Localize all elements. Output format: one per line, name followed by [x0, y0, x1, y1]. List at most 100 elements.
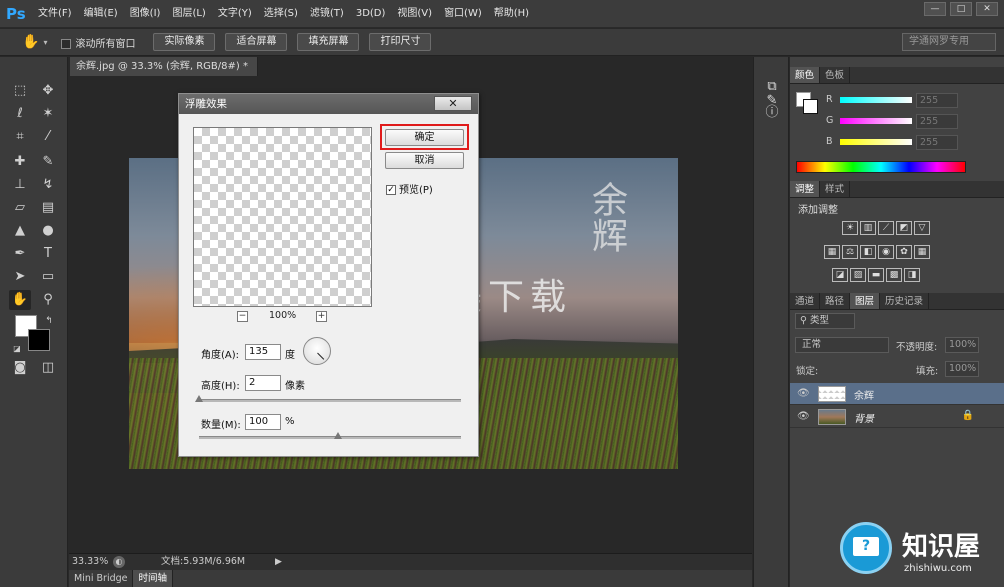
color-lookup-icon[interactable]: ▦	[914, 245, 930, 259]
color-spectrum-bar[interactable]	[796, 161, 966, 173]
exposure-icon[interactable]: ◩	[896, 221, 912, 235]
menu-view[interactable]: 视图(V)	[391, 0, 438, 28]
preview-checkbox[interactable]: ✓	[386, 185, 396, 195]
tab-styles[interactable]: 样式	[820, 181, 851, 197]
blur-tool-icon[interactable]: ▲	[9, 221, 31, 241]
brush-tool-icon[interactable]: ✎	[37, 152, 59, 172]
ok-button[interactable]: 确定	[385, 129, 464, 146]
levels-icon[interactable]: ▥	[860, 221, 876, 235]
hand-icon[interactable]: ✋	[22, 34, 39, 50]
menu-edit[interactable]: 编辑(E)	[78, 0, 124, 28]
menu-help[interactable]: 帮助(H)	[488, 0, 535, 28]
fit-screen-button[interactable]: 适合屏幕	[225, 33, 288, 51]
tab-timeline[interactable]: 时间轴	[133, 570, 173, 587]
scroll-all-windows-option[interactable]: 滚动所有窗口	[61, 35, 135, 50]
color-balance-icon[interactable]: ⚖	[842, 245, 858, 259]
value-g[interactable]: 255	[916, 114, 958, 129]
black-white-icon[interactable]: ◧	[860, 245, 876, 259]
zoom-tool-icon[interactable]: ⚲	[37, 290, 59, 310]
value-r[interactable]: 255	[916, 93, 958, 108]
brightness-icon[interactable]: ☀	[842, 221, 858, 235]
status-info-icon[interactable]: ◐	[113, 556, 125, 568]
tab-swatches[interactable]: 色板	[820, 67, 851, 83]
track-b[interactable]	[840, 139, 912, 145]
quick-mask-icon[interactable]: ◙	[9, 358, 31, 378]
posterize-icon[interactable]: ▨	[850, 268, 866, 282]
background-color-swatch[interactable]	[28, 329, 50, 351]
gradient-tool-icon[interactable]: ▤	[37, 198, 59, 218]
zoom-level[interactable]: 33.33%	[72, 554, 108, 570]
angle-dial[interactable]	[303, 337, 331, 365]
tab-channels[interactable]: 通道	[790, 293, 821, 309]
fill-input[interactable]: 100%	[945, 361, 979, 377]
height-slider[interactable]	[195, 395, 461, 402]
rectangle-tool-icon[interactable]: ▭	[37, 267, 59, 287]
hue-saturation-icon[interactable]: ▦	[824, 245, 840, 259]
tab-color[interactable]: 颜色	[790, 67, 821, 83]
menu-filter[interactable]: 滤镜(T)	[304, 0, 350, 28]
layer-row[interactable]: 👁 余辉	[790, 383, 1004, 405]
marquee-tool-icon[interactable]: ⬚	[9, 81, 31, 101]
tab-mini-bridge[interactable]: Mini Bridge	[69, 570, 134, 587]
scroll-all-checkbox[interactable]	[61, 38, 72, 49]
swap-colors-icon[interactable]: ↰	[38, 311, 60, 331]
zoom-in-button[interactable]: +	[316, 311, 327, 322]
move-tool-icon[interactable]: ✥	[37, 81, 59, 101]
maximize-button[interactable]: □	[950, 2, 972, 16]
amount-input[interactable]: 100	[245, 414, 281, 430]
default-colors-icon[interactable]: ◪	[6, 339, 28, 359]
track-g[interactable]	[840, 118, 912, 124]
threshold-icon[interactable]: ▬	[868, 268, 884, 282]
dialog-close-button[interactable]: ✕	[434, 96, 472, 111]
layer-row[interactable]: 👁 背景 🔒	[790, 406, 1004, 428]
hand-tool-icon[interactable]: ✋	[9, 290, 31, 310]
invert-icon[interactable]: ◪	[832, 268, 848, 282]
filter-preview[interactable]	[193, 127, 372, 307]
close-window-button[interactable]: ✕	[976, 2, 998, 16]
visibility-eye-icon[interactable]: 👁	[797, 411, 810, 422]
tab-adjustments[interactable]: 调整	[790, 181, 821, 197]
lasso-tool-icon[interactable]: ℓ	[9, 104, 31, 124]
menu-window[interactable]: 窗口(W)	[438, 0, 488, 28]
angle-input[interactable]: 135	[245, 344, 281, 360]
print-size-button[interactable]: 打印尺寸	[369, 33, 432, 51]
status-menu-arrow-icon[interactable]: ▶	[275, 554, 282, 570]
selective-color-icon[interactable]: ◨	[904, 268, 920, 282]
height-slider-thumb[interactable]	[195, 395, 203, 402]
visibility-eye-icon[interactable]: 👁	[797, 388, 810, 399]
screen-mode-icon[interactable]: ◫	[37, 358, 59, 378]
path-selection-icon[interactable]: ➤	[9, 267, 31, 287]
layer-filter-select[interactable]: ⚲ 类型	[795, 313, 855, 329]
zoom-out-button[interactable]: −	[237, 311, 248, 322]
workspace-select[interactable]: 学通网罗专用	[902, 33, 996, 51]
actual-pixels-button[interactable]: 实际像素	[153, 33, 216, 51]
tab-history[interactable]: 历史记录	[880, 293, 930, 309]
amount-slider[interactable]	[199, 432, 461, 439]
clone-stamp-icon[interactable]: ⊥	[9, 175, 31, 195]
pen-tool-icon[interactable]: ✒	[9, 244, 31, 264]
value-b[interactable]: 255	[916, 135, 958, 150]
gradient-map-icon[interactable]: ▩	[886, 268, 902, 282]
fill-screen-button[interactable]: 填充屏幕	[297, 33, 360, 51]
dodge-tool-icon[interactable]: ●	[37, 221, 59, 241]
history-brush-icon[interactable]: ↯	[37, 175, 59, 195]
crop-tool-icon[interactable]: ⌗	[9, 127, 31, 147]
blend-mode-select[interactable]: 正常	[795, 337, 889, 353]
dialog-titlebar[interactable]: 浮雕效果 ✕	[179, 94, 478, 114]
healing-brush-icon[interactable]: ✚	[9, 152, 31, 172]
color-slider-r[interactable]: R 255	[826, 93, 986, 110]
amount-slider-thumb[interactable]	[333, 432, 342, 439]
menu-layer[interactable]: 图层(L)	[166, 0, 211, 28]
menu-type[interactable]: 文字(Y)	[212, 0, 258, 28]
tab-layers[interactable]: 图层	[850, 293, 881, 309]
tool-preset-dropdown-icon[interactable]: ▾	[43, 38, 47, 47]
minimize-button[interactable]: —	[924, 2, 946, 16]
layer-name[interactable]: 余辉	[854, 387, 874, 402]
height-input[interactable]: 2	[245, 375, 281, 391]
tab-paths[interactable]: 路径	[820, 293, 851, 309]
eyedropper-icon[interactable]: ⁄	[37, 127, 59, 147]
photo-filter-icon[interactable]: ◉	[878, 245, 894, 259]
menu-3d[interactable]: 3D(D)	[350, 0, 392, 28]
magic-wand-icon[interactable]: ✶	[37, 104, 59, 124]
layer-name[interactable]: 背景	[854, 410, 874, 425]
